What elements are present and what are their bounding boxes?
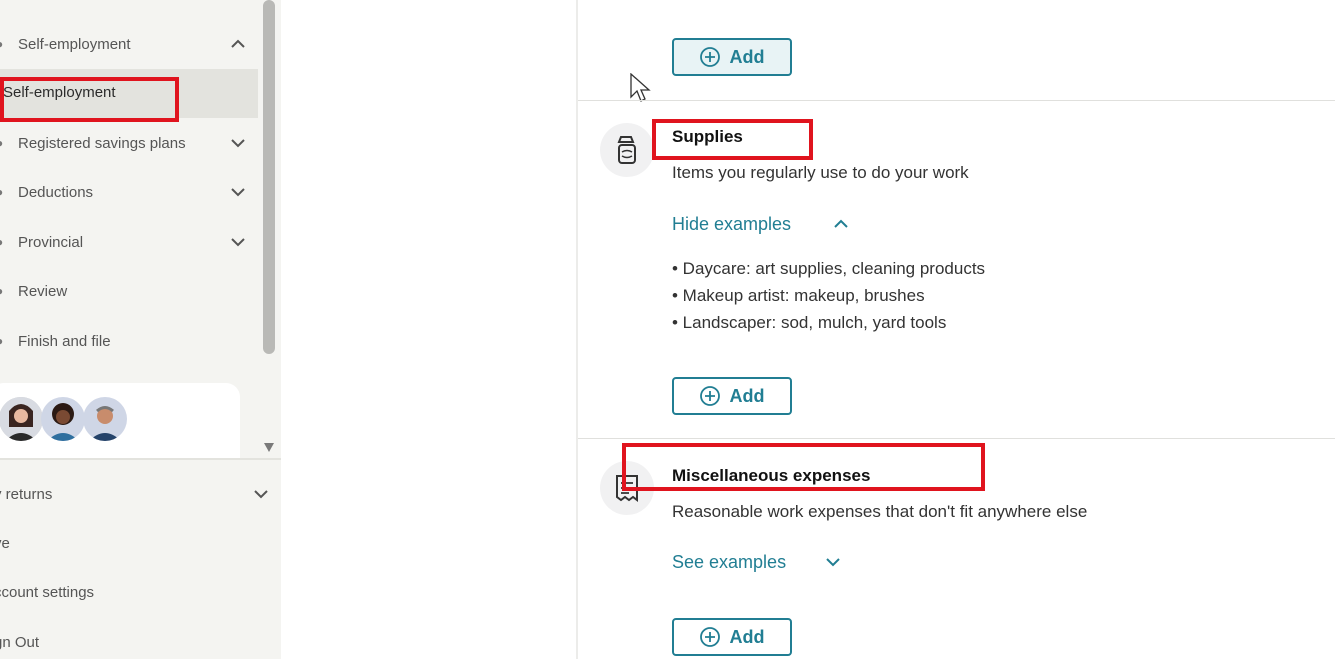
sidebar-item-label: Finish and file xyxy=(18,332,111,350)
nav-dot-icon: ● xyxy=(0,38,6,50)
nav-dot-icon: ● xyxy=(0,186,6,198)
spray-bottle-icon xyxy=(617,136,636,164)
chevron-down-icon[interactable] xyxy=(252,485,270,503)
section-title-miscellaneous: Miscellaneous expenses xyxy=(672,466,871,485)
plus-circle-icon xyxy=(699,47,720,67)
sidebar-divider xyxy=(0,458,281,460)
sidebar-item-registered-savings-plans[interactable]: ● Registered savings plans xyxy=(0,123,258,163)
mouse-cursor-icon xyxy=(630,73,651,102)
section-divider xyxy=(578,100,1335,101)
section-description: Items you regularly use to do your work xyxy=(672,163,969,182)
scroll-down-arrow-icon[interactable] xyxy=(263,441,275,453)
misc-icon-circle xyxy=(600,461,654,515)
add-misc-button[interactable]: Add xyxy=(672,618,792,656)
sidebar-item-returns[interactable]: y returns xyxy=(0,474,281,514)
add-button[interactable]: Add xyxy=(672,38,792,76)
sidebar-item-label: Deductions xyxy=(18,183,94,201)
expert-help-card[interactable] xyxy=(0,383,240,458)
sidebar-item-deductions[interactable]: ● Deductions xyxy=(0,172,258,212)
sidebar-item-label: Review xyxy=(18,282,68,300)
avatar xyxy=(83,397,127,441)
nav-dot-icon: ● xyxy=(0,137,6,149)
section-description: Reasonable work expenses that don't fit … xyxy=(672,502,1088,521)
sidebar-item-label: Provincial xyxy=(18,233,84,251)
hide-examples-link[interactable]: Hide examples xyxy=(672,214,791,235)
example-item: • Makeup artist: makeup, brushes xyxy=(672,286,925,305)
plus-circle-icon xyxy=(699,627,720,647)
sidebar-item-label: Self-employment xyxy=(18,35,131,53)
sidebar-item-label: Self-employment xyxy=(3,84,116,101)
sidebar-item-self-employment[interactable]: Self-employment xyxy=(0,69,258,118)
sidebar-item-finish-and-file[interactable]: ● Finish and file xyxy=(0,321,258,361)
chevron-down-icon[interactable] xyxy=(229,183,247,201)
sidebar-item-label: ccount settings xyxy=(0,583,95,601)
sidebar-item-label: y returns xyxy=(0,485,53,503)
avatar xyxy=(41,397,85,441)
plus-circle-icon xyxy=(699,386,720,406)
sidebar-item-account-settings[interactable]: ccount settings xyxy=(0,572,281,612)
chevron-down-icon[interactable] xyxy=(825,554,841,570)
nav-dot-icon: ● xyxy=(0,285,6,297)
sidebar-item-self-employment-group[interactable]: ● Self-employment xyxy=(0,24,258,64)
sidebar-item-sign-out[interactable]: gn Out xyxy=(0,622,281,662)
add-supplies-button[interactable]: Add xyxy=(672,377,792,415)
nav-dot-icon: ● xyxy=(0,335,6,347)
add-button-label: Add xyxy=(729,46,765,67)
sidebar-item-review[interactable]: ● Review xyxy=(0,271,258,311)
chevron-down-icon[interactable] xyxy=(229,233,247,251)
sidebar-scrollbar[interactable] xyxy=(262,0,276,458)
chevron-up-icon[interactable] xyxy=(229,35,247,53)
example-item: • Daycare: art supplies, cleaning produc… xyxy=(672,259,986,278)
add-button-label: Add xyxy=(729,626,765,647)
receipt-icon xyxy=(616,475,638,502)
nav-dot-icon: ● xyxy=(0,236,6,248)
scrollbar-thumb[interactable] xyxy=(263,0,275,354)
supplies-icon-circle xyxy=(600,123,654,177)
section-divider xyxy=(578,438,1335,439)
sidebar-item-provincial[interactable]: ● Provincial xyxy=(0,222,258,262)
section-title-supplies: Supplies xyxy=(672,127,743,146)
sidebar-item-label: ve xyxy=(0,534,10,552)
sidebar-item-label: gn Out xyxy=(0,633,40,651)
sidebar-item-save[interactable]: ve xyxy=(0,523,281,563)
avatar xyxy=(0,397,43,441)
examples-list: • Daycare: art supplies, cleaning produc… xyxy=(672,258,985,339)
chevron-down-icon[interactable] xyxy=(229,134,247,152)
sidebar: ● Self-employment Self-employment ● Regi… xyxy=(0,0,281,659)
chevron-up-icon[interactable] xyxy=(833,216,849,232)
example-item: • Landscaper: sod, mulch, yard tools xyxy=(672,313,947,332)
sidebar-nav: ● Self-employment Self-employment ● Regi… xyxy=(0,0,258,458)
see-examples-link[interactable]: See examples xyxy=(672,552,786,573)
sidebar-item-label: Registered savings plans xyxy=(18,134,186,152)
add-button-label: Add xyxy=(729,385,765,406)
